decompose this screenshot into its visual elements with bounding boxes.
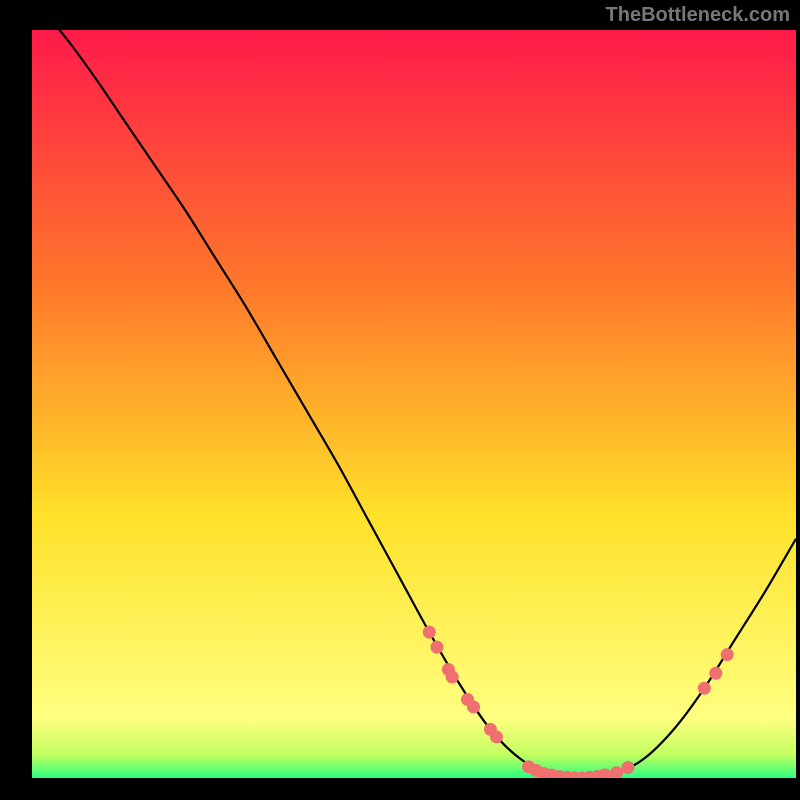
data-marker [430,641,443,654]
data-marker [698,682,711,695]
data-marker [721,648,734,661]
data-marker [423,626,436,639]
gradient-background [32,30,796,778]
watermark-text: TheBottleneck.com [606,4,790,27]
data-marker [467,700,480,713]
data-marker [446,671,459,684]
data-marker [621,761,634,774]
chart-svg [32,30,796,778]
chart-container: TheBottleneck.com [0,0,800,800]
plot-area [32,30,796,778]
data-marker [490,730,503,743]
data-marker [709,667,722,680]
